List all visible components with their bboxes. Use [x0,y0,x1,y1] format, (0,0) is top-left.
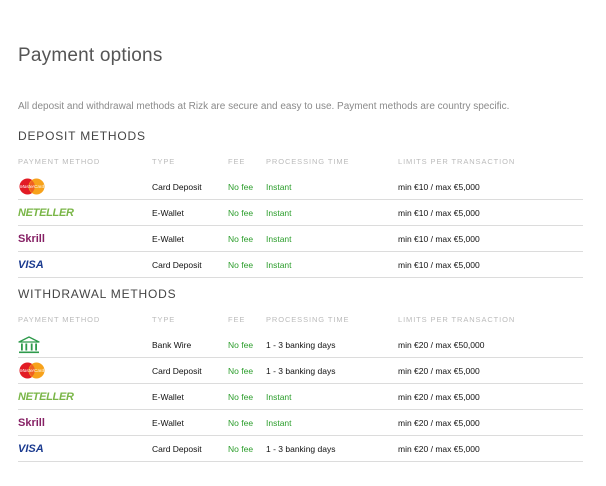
mastercard-icon: MasterCard [19,362,45,379]
payment-method-cell: NETELLER [18,199,152,226]
table-row: VISA Card Deposit No fee 1 - 3 banking d… [18,435,583,462]
processing-time-cell: Instant [266,251,398,278]
processing-time-cell: Instant [266,174,398,200]
type-cell: Card Deposit [152,174,228,200]
bank-icon [18,335,40,353]
limits-cell: min €10 / max €5,000 [398,199,583,226]
column-header-payment-method: PAYMENT METHOD [18,157,101,166]
type-cell: Card Deposit [152,357,228,384]
fee-cell: No fee [228,409,266,436]
processing-time-cell: Instant [266,409,398,436]
deposit-table: PAYMENT METHOD TYPE FEE PROCESSING TIME … [18,157,583,278]
table-row: Skrill E-Wallet No fee Instant min €20 /… [18,409,583,436]
visa-logo: VISA [18,442,44,455]
table-row: VISA Card Deposit No fee Instant min €10… [18,251,583,278]
column-header-limits: LIMITS PER TRANSACTION [398,315,516,324]
column-header-fee: FEE [228,315,246,324]
limits-cell: min €10 / max €5,000 [398,174,583,200]
type-cell: Card Deposit [152,435,228,462]
table-row: NETELLER E-Wallet No fee Instant min €10… [18,199,583,226]
fee-cell: No fee [228,174,266,200]
type-cell: E-Wallet [152,199,228,226]
skrill-logo: Skrill [18,416,45,429]
payment-method-cell: VISA [18,251,152,278]
payment-method-cell: MasterCard [18,357,152,384]
fee-cell: No fee [228,332,266,358]
column-header-type: TYPE [152,157,176,166]
deposit-table-header: PAYMENT METHOD TYPE FEE PROCESSING TIME … [18,157,583,174]
payment-method-cell [18,332,152,358]
type-cell: Card Deposit [152,251,228,278]
limits-cell: min €20 / max €5,000 [398,383,583,410]
limits-cell: min €20 / max €5,000 [398,357,583,384]
column-header-type: TYPE [152,315,176,324]
column-header-limits: LIMITS PER TRANSACTION [398,157,516,166]
table-row: Bank Wire No fee 1 - 3 banking days min … [18,332,583,358]
processing-time-cell: Instant [266,199,398,226]
table-row: NETELLER E-Wallet No fee Instant min €20… [18,383,583,410]
fee-cell: No fee [228,199,266,226]
limits-cell: min €10 / max €5,000 [398,225,583,252]
payment-method-cell: NETELLER [18,383,152,410]
payment-method-cell: MasterCard [18,174,152,200]
processing-time-cell: 1 - 3 banking days [266,357,398,384]
column-header-payment-method: PAYMENT METHOD [18,315,101,324]
limits-cell: min €20 / max €5,000 [398,409,583,436]
type-cell: E-Wallet [152,225,228,252]
processing-time-cell: 1 - 3 banking days [266,332,398,358]
processing-time-cell: Instant [266,225,398,252]
payment-method-cell: Skrill [18,225,152,252]
visa-logo: VISA [18,258,44,271]
type-cell: E-Wallet [152,409,228,436]
intro-text: All deposit and withdrawal methods at Ri… [18,101,510,112]
column-header-processing-time: PROCESSING TIME [266,157,350,166]
payment-method-cell: VISA [18,435,152,462]
skrill-logo: Skrill [18,232,45,245]
limits-cell: min €10 / max €5,000 [398,251,583,278]
limits-cell: min €20 / max €5,000 [398,435,583,462]
table-row: MasterCard Card Deposit No fee Instant m… [18,174,583,200]
fee-cell: No fee [228,383,266,410]
neteller-logo: NETELLER [18,206,74,219]
payment-method-cell: Skrill [18,409,152,436]
withdrawal-table-header: PAYMENT METHOD TYPE FEE PROCESSING TIME … [18,315,583,332]
column-header-processing-time: PROCESSING TIME [266,315,350,324]
fee-cell: No fee [228,251,266,278]
processing-time-cell: 1 - 3 banking days [266,435,398,462]
svg-text:MasterCard: MasterCard [20,368,44,373]
type-cell: Bank Wire [152,332,228,358]
mastercard-icon: MasterCard [19,178,45,195]
page-title: Payment options [18,45,163,66]
table-row: MasterCard Card Deposit No fee 1 - 3 ban… [18,357,583,384]
processing-time-cell: Instant [266,383,398,410]
limits-cell: min €20 / max €50,000 [398,332,583,358]
column-header-fee: FEE [228,157,246,166]
table-row: Skrill E-Wallet No fee Instant min €10 /… [18,225,583,252]
neteller-logo: NETELLER [18,390,74,403]
withdrawal-table: PAYMENT METHOD TYPE FEE PROCESSING TIME … [18,315,583,462]
type-cell: E-Wallet [152,383,228,410]
fee-cell: No fee [228,225,266,252]
fee-cell: No fee [228,435,266,462]
deposit-methods-heading: DEPOSIT METHODS [18,129,146,143]
fee-cell: No fee [228,357,266,384]
withdrawal-methods-heading: WITHDRAWAL METHODS [18,287,177,301]
svg-text:MasterCard: MasterCard [20,184,44,189]
